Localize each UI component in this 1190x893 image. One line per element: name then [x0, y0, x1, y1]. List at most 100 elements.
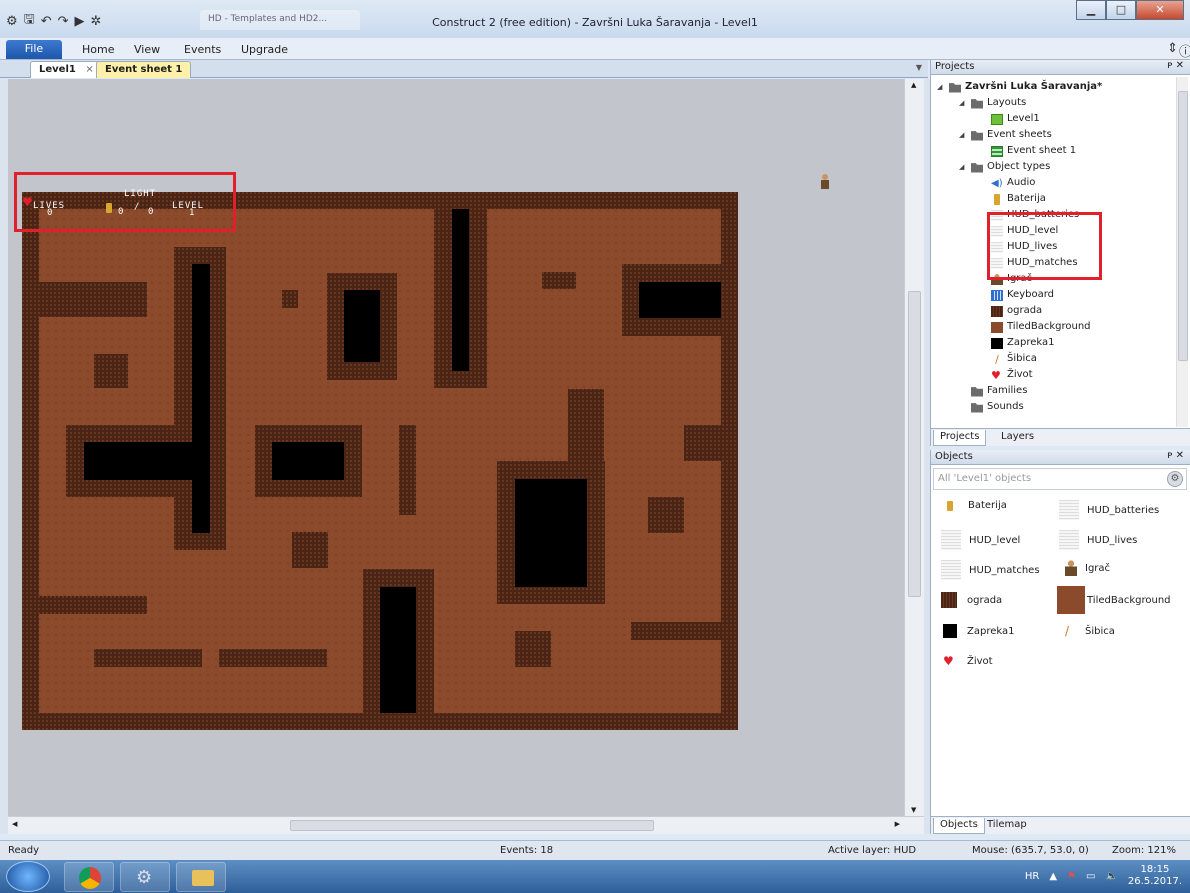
maximize-button[interactable]: □: [1106, 0, 1136, 20]
object-hud-batteries[interactable]: HUD_batteries: [1059, 500, 1159, 520]
menu-view[interactable]: View: [134, 43, 160, 56]
clock-date: 26.5.2017.: [1127, 876, 1182, 887]
scroll-left-icon[interactable]: ◀: [12, 820, 17, 828]
system-tray: HR ▲ ⚑ ▭ 🔈 18:15 26.5.2017.: [1025, 864, 1182, 888]
tab-objects[interactable]: Objects: [933, 818, 985, 834]
tree-type-keyboard[interactable]: Keyboard: [991, 287, 1054, 303]
obstacle: [192, 264, 210, 533]
tabs-dropdown-icon[interactable]: ▼: [916, 63, 922, 72]
object-sibica[interactable]: / Šibica: [1065, 624, 1115, 638]
fence: [631, 622, 721, 640]
tree-type-ograda[interactable]: ograda: [991, 303, 1042, 319]
tree-type-audio[interactable]: ◀) Audio: [991, 175, 1035, 191]
object-tiledbackground[interactable]: TiledBackground: [1057, 586, 1171, 614]
project-tree-scrollbar[interactable]: [1176, 77, 1188, 427]
project-tree-scroll-thumb[interactable]: [1178, 91, 1188, 361]
object-hud-level[interactable]: HUD_level: [941, 530, 1020, 550]
canvas-horizontal-scrollbar[interactable]: ◀ ▶: [8, 816, 924, 834]
tab-layers[interactable]: Layers: [995, 430, 1040, 446]
tree-type-zivot[interactable]: ♥ Život: [991, 367, 1033, 383]
tab-level1[interactable]: Level1 ×: [30, 61, 103, 78]
tree-layouts[interactable]: ◢ Layouts: [959, 95, 1026, 111]
run-icon[interactable]: ▶: [75, 14, 85, 29]
horizontal-scroll-thumb[interactable]: [290, 820, 654, 831]
menu-upgrade[interactable]: Upgrade: [241, 43, 288, 56]
obstacle: [272, 442, 344, 480]
language-indicator[interactable]: HR: [1025, 871, 1039, 882]
settings-icon[interactable]: ⚙: [1167, 471, 1183, 487]
objects-panel-tabs: Objects Tilemap: [931, 816, 1190, 834]
tree-event-sheets[interactable]: ◢ Event sheets: [959, 127, 1052, 143]
layout-icon: [991, 113, 1003, 125]
tree-type-tiledbackground[interactable]: TiledBackground: [991, 319, 1091, 335]
menu-home[interactable]: Home: [82, 43, 114, 56]
redo-icon[interactable]: ↷: [58, 14, 69, 29]
save-icon[interactable]: 🖫: [24, 10, 35, 32]
object-hud-lives[interactable]: HUD_lives: [1059, 530, 1137, 550]
tiled-background-icon: [991, 321, 1003, 333]
close-button[interactable]: ✕: [1136, 0, 1184, 20]
level-layout[interactable]: [22, 192, 738, 730]
tree-families[interactable]: Families: [971, 383, 1027, 399]
fence: [39, 282, 147, 317]
start-button[interactable]: [6, 861, 50, 892]
file-menu-button[interactable]: File: [6, 40, 62, 59]
tree-type-sibica[interactable]: / Šibica: [991, 351, 1037, 367]
network-icon[interactable]: ▭: [1086, 871, 1095, 882]
tree-layout-level1[interactable]: Level1: [991, 111, 1040, 127]
undo-icon[interactable]: ↶: [41, 14, 52, 29]
scroll-down-icon[interactable]: ▼: [911, 806, 916, 814]
tab-projects[interactable]: Projects: [933, 430, 987, 446]
text-object-icon: [1059, 530, 1079, 550]
object-zapreka1[interactable]: Zapreka1: [943, 624, 1014, 638]
tree-sounds[interactable]: Sounds: [971, 399, 1024, 415]
player-sprite-igrac[interactable]: [820, 174, 830, 190]
heart-icon: ♥: [991, 368, 1001, 382]
pin-close-icons[interactable]: ᴘ ✕: [1167, 60, 1184, 71]
wall-left: [22, 192, 39, 730]
tree-object-types[interactable]: ◢ Object types: [959, 159, 1050, 175]
ribbon-expand-icon[interactable]: ⇕: [1167, 41, 1178, 56]
object-zivot[interactable]: ♥ Život: [943, 654, 993, 668]
tree-type-zapreka1[interactable]: Zapreka1: [991, 335, 1054, 351]
help-icon[interactable]: ⓘ: [1179, 41, 1190, 60]
heart-icon: ♥: [943, 654, 954, 668]
menu-events[interactable]: Events: [184, 43, 221, 56]
tree-event-sheet-1[interactable]: Event sheet 1: [991, 143, 1076, 159]
taskbar-explorer[interactable]: [176, 862, 226, 892]
scroll-right-icon[interactable]: ▶: [895, 820, 900, 828]
scroll-up-icon[interactable]: ▲: [911, 81, 916, 89]
objects-filter-input[interactable]: All 'Level1' objects ⚙: [933, 468, 1187, 490]
debug-icon[interactable]: ✲: [91, 14, 102, 29]
clock-time: 18:15: [1140, 864, 1170, 875]
object-ograda[interactable]: ograda: [941, 592, 1002, 608]
folder-icon: [971, 99, 983, 109]
tree-project-root[interactable]: ◢ Završni Luka Šaravanja*: [937, 79, 1102, 95]
taskbar-construct2[interactable]: ⚙: [120, 862, 170, 892]
vertical-scroll-thumb[interactable]: [908, 291, 921, 597]
close-tab-icon[interactable]: ×: [85, 64, 93, 75]
volume-icon[interactable]: 🔈: [1105, 871, 1117, 882]
object-igrac[interactable]: Igrač: [1065, 560, 1110, 576]
left-edge: [0, 79, 8, 834]
layout-canvas[interactable]: ♥ LIVES 0 LIGHT 0 / 0 LEVEL 1: [8, 79, 904, 816]
taskbar-chrome[interactable]: [64, 862, 114, 892]
app-icon[interactable]: ⚙: [6, 14, 18, 29]
fence: [94, 649, 202, 667]
flag-icon[interactable]: ⚑: [1067, 871, 1076, 882]
minimize-button[interactable]: ▁: [1076, 0, 1106, 20]
event-sheet-icon: [991, 145, 1003, 157]
clock[interactable]: 18:15 26.5.2017.: [1128, 864, 1182, 888]
projects-panel: Projects ᴘ ✕ ◢ Završni Luka Šaravanja* ◢…: [930, 60, 1190, 446]
obstacle: [452, 209, 469, 371]
tray-expand-icon[interactable]: ▲: [1049, 871, 1057, 882]
tab-tilemap[interactable]: Tilemap: [981, 818, 1033, 834]
match-icon: /: [995, 352, 999, 366]
tree-type-baterija[interactable]: Baterija: [991, 191, 1046, 207]
canvas-vertical-scrollbar[interactable]: ▲ ▼: [904, 79, 924, 816]
tab-event-sheet-1[interactable]: Event sheet 1: [96, 61, 192, 78]
wall-bottom: [22, 713, 738, 730]
object-baterija[interactable]: Baterija: [941, 500, 1007, 511]
object-hud-matches[interactable]: HUD_matches: [941, 560, 1040, 580]
pin-close-icons[interactable]: ᴘ ✕: [1167, 450, 1184, 461]
